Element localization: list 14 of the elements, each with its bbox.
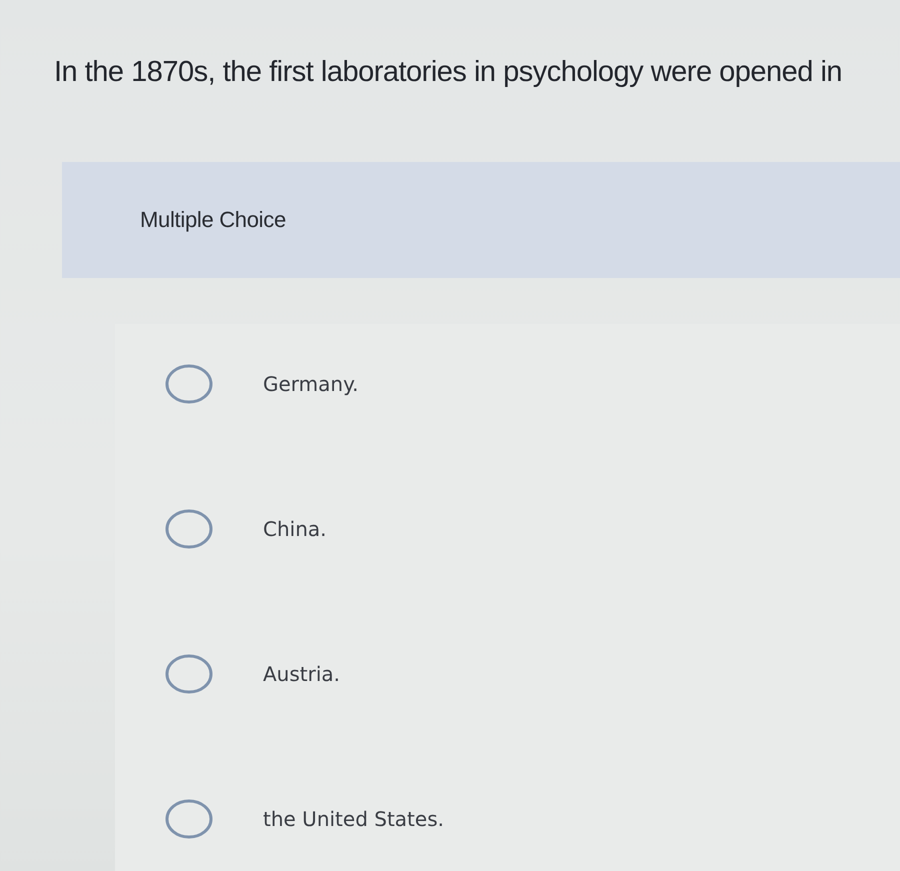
radio-button-icon[interactable] <box>165 654 213 694</box>
answer-option[interactable]: Austria. <box>165 654 340 694</box>
answer-option[interactable]: the United States. <box>165 799 444 839</box>
option-label: the United States. <box>263 807 444 831</box>
question-text: In the 1870s, the first laboratories in psychology were opened in <box>54 55 842 90</box>
radio-button-icon[interactable] <box>165 799 213 839</box>
radio-button-icon[interactable] <box>165 509 213 549</box>
option-label: Austria. <box>263 662 340 686</box>
answer-option[interactable]: Germany. <box>165 364 358 404</box>
section-label: Multiple Choice <box>140 207 286 233</box>
radio-button-icon[interactable] <box>165 364 213 404</box>
answer-option[interactable]: China. <box>165 509 326 549</box>
option-label: China. <box>263 517 326 541</box>
option-label: Germany. <box>263 372 358 396</box>
